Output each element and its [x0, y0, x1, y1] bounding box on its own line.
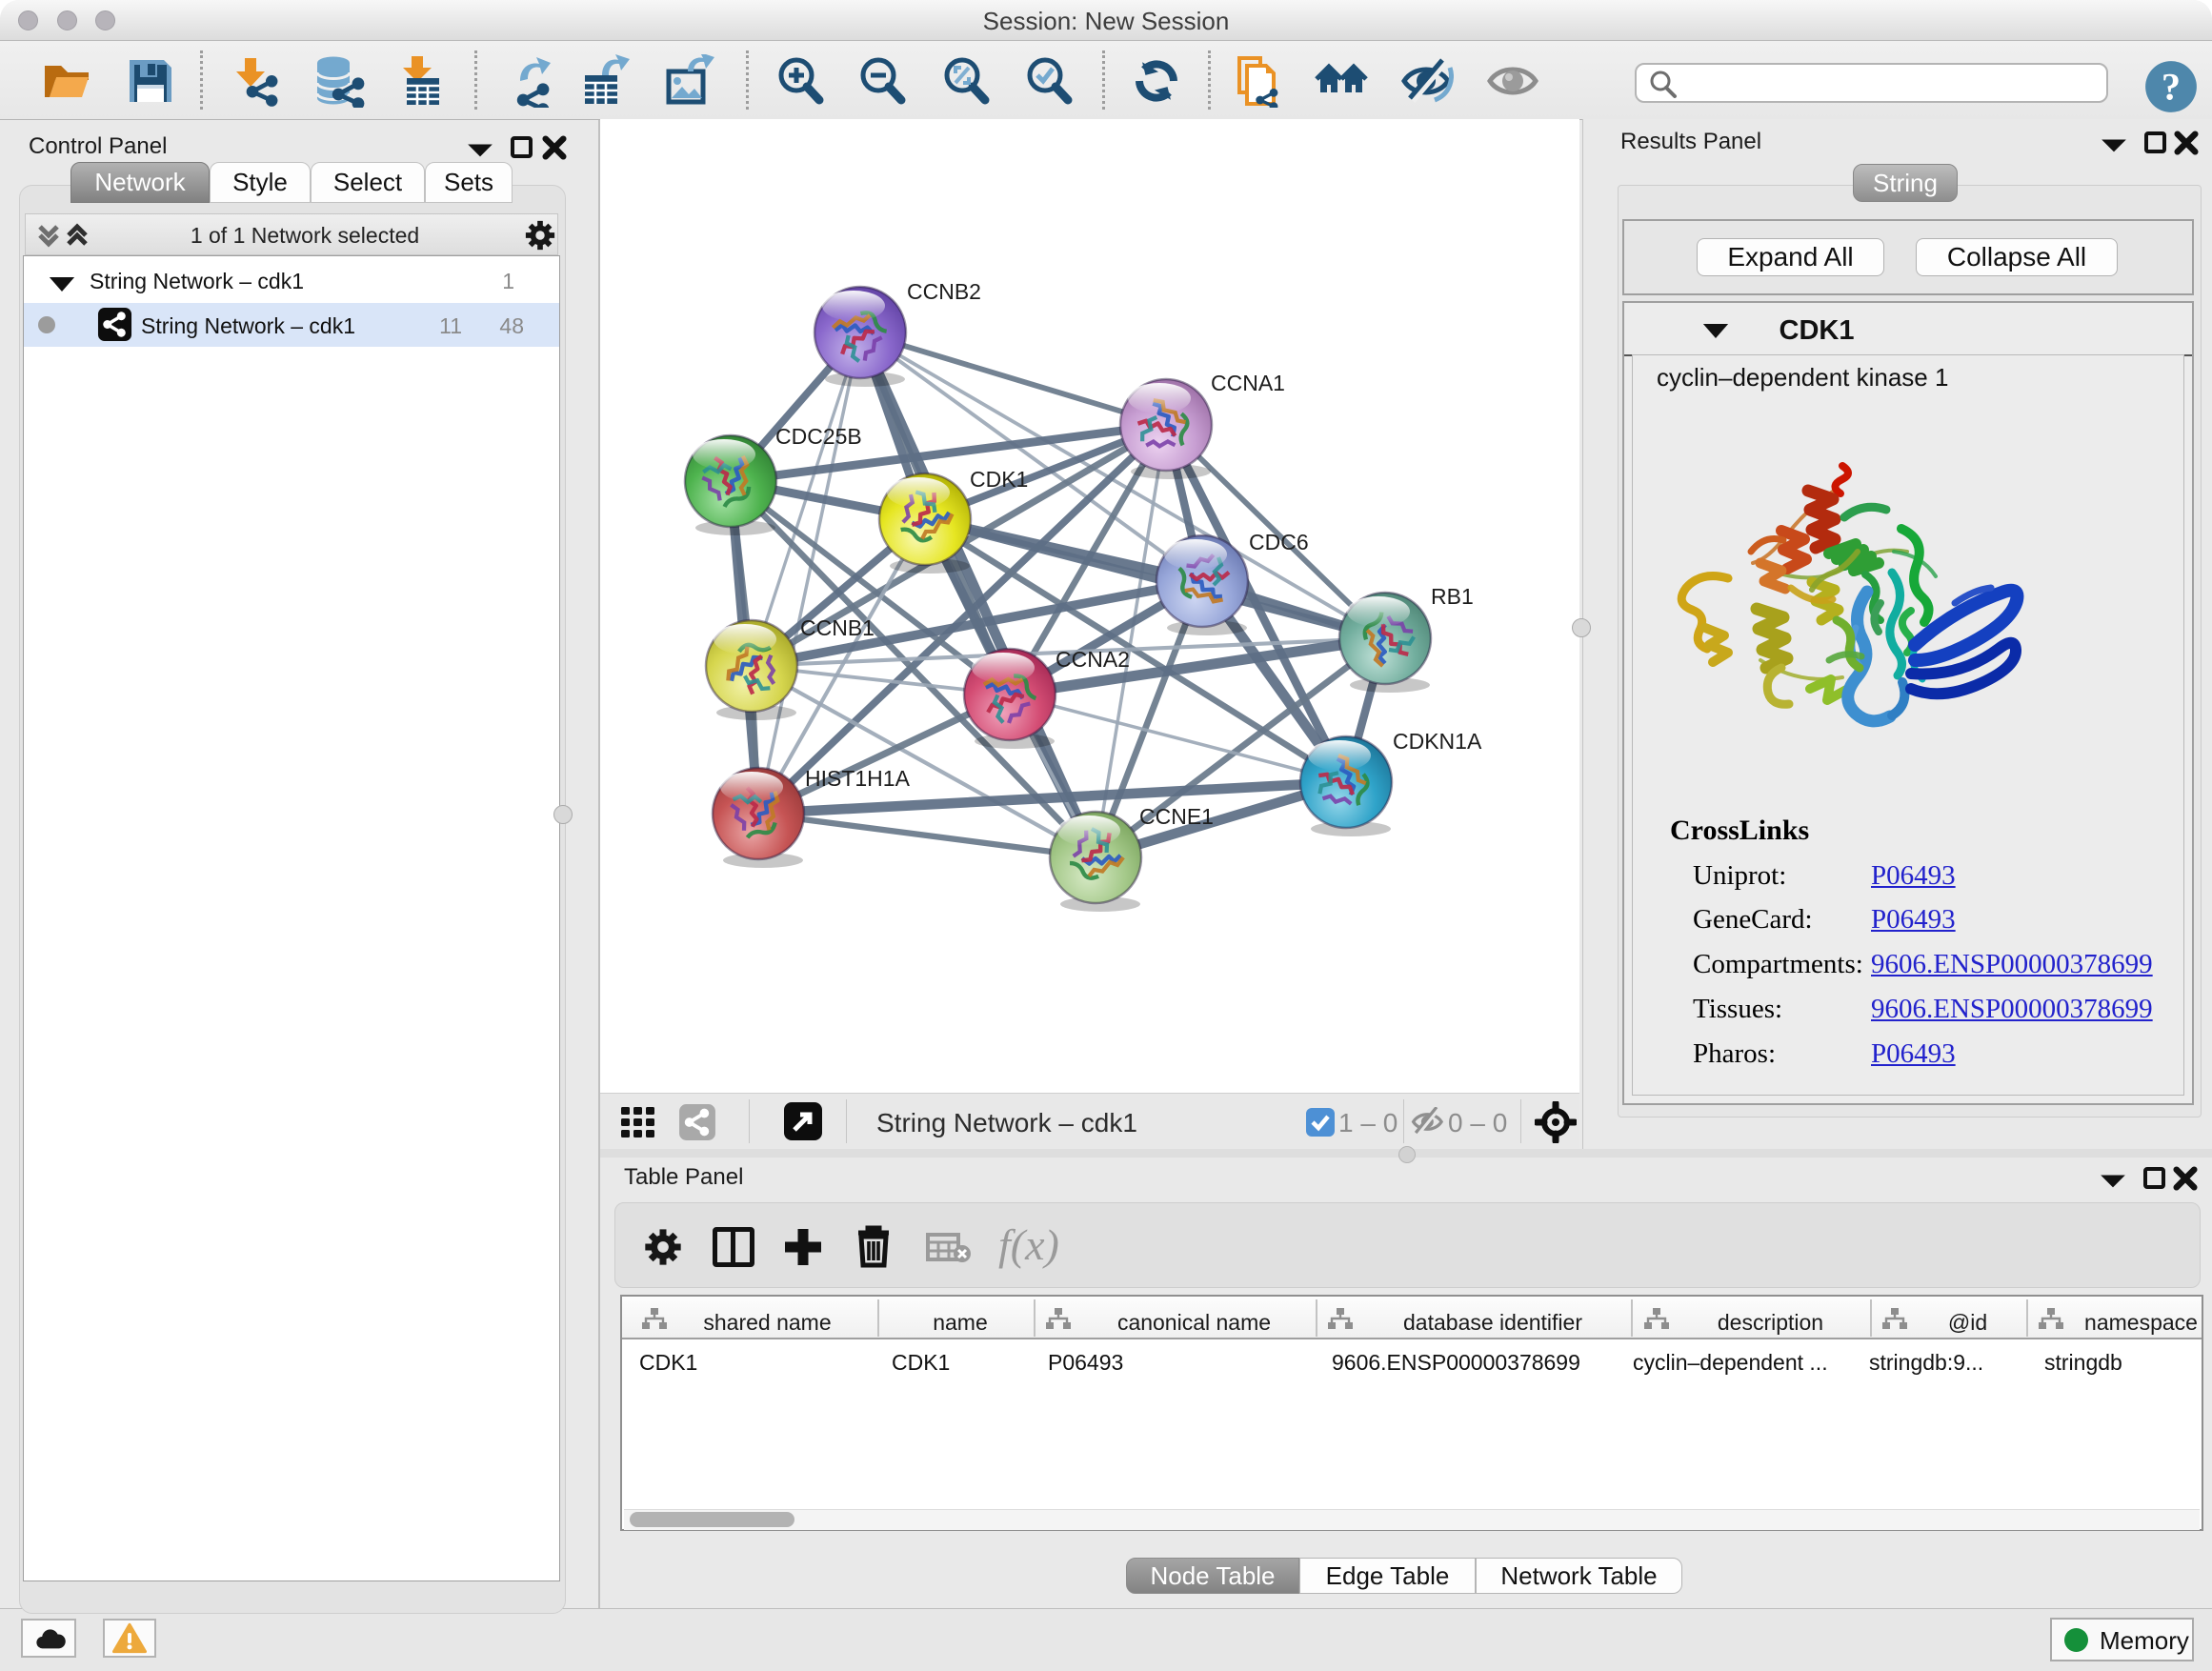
- svg-text:CDKN1A: CDKN1A: [1393, 729, 1482, 754]
- svg-text:CCNE1: CCNE1: [1139, 804, 1214, 829]
- svg-text:CCNB2: CCNB2: [907, 279, 981, 304]
- svg-text:CCNB1: CCNB1: [800, 615, 875, 640]
- svg-text:HIST1H1A: HIST1H1A: [805, 766, 911, 791]
- svg-text:CDC25B: CDC25B: [775, 424, 862, 449]
- svg-text:CDC6: CDC6: [1249, 530, 1309, 554]
- svg-text:?: ?: [2162, 65, 2181, 108]
- svg-text:CCNA2: CCNA2: [1056, 647, 1130, 672]
- svg-text:CDK1: CDK1: [970, 467, 1028, 492]
- svg-text:CCNA1: CCNA1: [1211, 371, 1285, 395]
- svg-text:RB1: RB1: [1431, 584, 1474, 609]
